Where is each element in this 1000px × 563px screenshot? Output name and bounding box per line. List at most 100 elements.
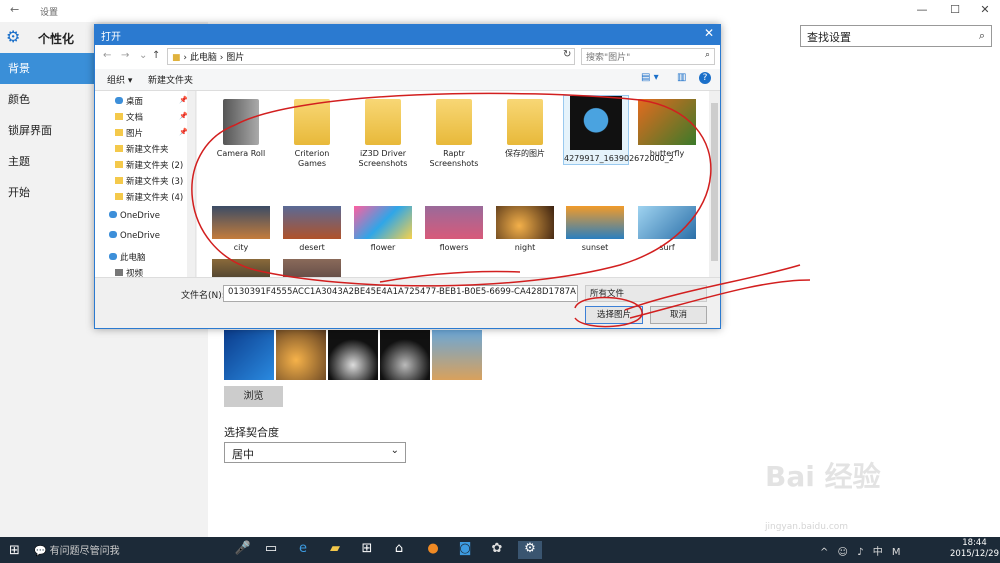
item-label: Raptr Screenshots <box>429 149 479 168</box>
windows-start-icon[interactable]: ⊞ <box>9 543 20 558</box>
folder-item[interactable]: Criterion Games <box>280 99 344 169</box>
view-options-icon[interactable]: ▤ ▾ <box>641 72 659 83</box>
recent-picture[interactable] <box>224 330 274 380</box>
new-folder-button[interactable]: 新建文件夹 <box>148 73 193 86</box>
folder-icon: ■ <box>172 53 181 63</box>
up-icon[interactable]: ↑ <box>152 50 160 61</box>
recent-picture[interactable] <box>328 330 378 380</box>
home-icon[interactable]: ⌂ <box>390 541 408 559</box>
file-item[interactable]: tiger <box>209 259 273 277</box>
dialog-title: 打开 <box>101 32 121 43</box>
breadcrumb-item[interactable]: 图片 <box>226 53 244 63</box>
forward-icon[interactable]: → <box>121 50 129 61</box>
cortana-search[interactable]: 💬 有问题尽管问我 <box>34 542 120 557</box>
back-icon[interactable]: ← <box>10 3 19 16</box>
nav-item-documents[interactable]: 文档 <box>115 111 143 123</box>
folder-item[interactable]: iZ3D Driver Screenshots <box>351 99 415 169</box>
folder-item[interactable]: Camera Roll <box>209 99 273 159</box>
system-tray[interactable]: ^ ☺ ♪ 中 M <box>820 543 904 558</box>
nav-item-new-folder-3[interactable]: 新建文件夹 (3) <box>115 175 183 187</box>
clock-date: 2015/12/29 <box>950 549 999 559</box>
refresh-icon[interactable]: ↻ <box>563 49 571 60</box>
app-icon[interactable]: ◙ <box>456 541 474 559</box>
file-explorer-icon[interactable]: ▰ <box>326 541 344 559</box>
file-type-select[interactable]: 所有文件 <box>585 285 707 302</box>
cloud-icon <box>109 211 117 218</box>
item-label: iZ3D Driver Screenshots <box>358 149 408 168</box>
folder-item[interactable]: Raptr Screenshots <box>422 99 486 169</box>
close-icon[interactable]: ✕ <box>975 3 995 16</box>
folder-icon <box>115 113 123 120</box>
filename-input[interactable]: 0130391F4555ACC1A3043A2BE45E4A1A725477-B… <box>223 285 578 302</box>
file-item[interactable]: desert <box>280 206 344 253</box>
nav-scrollbar[interactable] <box>187 91 195 277</box>
item-label: city <box>233 243 249 252</box>
file-item[interactable]: sunset <box>563 206 627 253</box>
preview-pane-icon[interactable]: ▥ <box>677 72 686 83</box>
folder-icon <box>115 161 123 168</box>
browse-button[interactable]: 浏览 <box>224 386 283 407</box>
gear-icon: ⚙ <box>6 27 21 46</box>
organize-button[interactable]: 组织 ▾ <box>107 73 132 86</box>
microphone-icon[interactable]: 🎤 <box>234 541 252 559</box>
choose-picture-button[interactable]: 选择图片 <box>585 306 643 324</box>
image-thumbnail <box>570 96 622 150</box>
recent-picture[interactable] <box>380 330 430 380</box>
folder-icon <box>294 99 330 145</box>
nav-item-new-folder-4[interactable]: 新建文件夹 (4) <box>115 191 183 203</box>
nav-item-new-folder[interactable]: 新建文件夹 <box>115 143 169 155</box>
settings-search-input[interactable]: 查找设置 ⌕ <box>800 25 992 47</box>
nav-item-pictures[interactable]: 图片 <box>115 127 143 139</box>
file-item[interactable]: flower <box>351 206 415 253</box>
clock[interactable]: 18:44 2015/12/29 <box>950 538 999 560</box>
nav-item-this-pc[interactable]: 此电脑 <box>109 251 146 263</box>
file-item[interactable]: flowers <box>422 206 486 253</box>
file-item[interactable]: water <box>280 259 344 277</box>
edge-icon[interactable]: e <box>294 541 312 559</box>
minimize-icon[interactable]: — <box>912 3 932 16</box>
file-item[interactable]: surf <box>635 206 699 253</box>
folder-search-input[interactable]: 搜索"图片" ⌕ <box>581 48 715 65</box>
maximize-icon[interactable]: ☐ <box>945 3 965 16</box>
image-thumbnail <box>212 206 270 239</box>
image-thumbnail <box>212 259 270 277</box>
chevron-down-icon[interactable]: ⌄ <box>139 50 147 61</box>
fit-select[interactable]: 居中 ⌄ <box>224 442 406 463</box>
close-icon[interactable]: ✕ <box>704 26 714 40</box>
nav-label: 文档 <box>126 113 144 123</box>
back-icon[interactable]: ← <box>103 50 111 61</box>
file-item[interactable]: city <box>209 206 273 253</box>
recent-picture[interactable] <box>432 330 482 380</box>
task-view-icon[interactable]: ▭ <box>262 541 280 559</box>
scrollbar-thumb[interactable] <box>711 103 718 261</box>
help-icon[interactable]: ? <box>699 72 711 84</box>
dialog-titlebar: 打开 ✕ <box>95 25 720 45</box>
cancel-button[interactable]: 取消 <box>650 306 707 324</box>
file-item[interactable]: night <box>493 206 557 253</box>
store-icon[interactable]: ⊞ <box>358 541 376 559</box>
file-item[interactable]: butterfly <box>635 99 699 159</box>
nav-item-new-folder-2[interactable]: 新建文件夹 (2) <box>115 159 183 171</box>
breadcrumb[interactable]: ■ › 此电脑 › 图片 <box>167 48 575 65</box>
nav-label: 视频 <box>126 269 144 277</box>
folder-item[interactable]: 保存的图片 <box>493 99 557 159</box>
recent-picture[interactable] <box>276 330 326 380</box>
item-label: surf <box>659 243 675 252</box>
app-icon[interactable]: ✿ <box>488 541 506 559</box>
nav-item-onedrive[interactable]: OneDrive <box>109 211 160 221</box>
search-placeholder: 搜索"图片" <box>586 53 631 63</box>
cloud-icon <box>109 231 117 238</box>
item-label: butterfly <box>649 149 685 158</box>
settings-gear-icon[interactable]: ⚙ <box>518 541 542 559</box>
baidu-watermark: Bai 经验 <box>765 460 881 493</box>
breadcrumb-item[interactable]: 此电脑 <box>190 53 217 63</box>
image-thumbnail <box>496 206 554 239</box>
item-label: flowers <box>439 243 469 252</box>
app-icon[interactable]: ● <box>424 541 442 559</box>
file-item-selected[interactable]: 4279917_163902672000_2 <box>563 95 674 165</box>
address-bar: ← → ⌄ ↑ ■ › 此电脑 › 图片 ↻ 搜索"图片" ⌕ <box>95 45 720 69</box>
nav-item-onedrive[interactable]: OneDrive <box>109 231 160 241</box>
item-label: night <box>514 243 536 252</box>
nav-item-videos[interactable]: 视频 <box>115 267 143 277</box>
nav-item-desktop[interactable]: 桌面 <box>115 95 143 107</box>
